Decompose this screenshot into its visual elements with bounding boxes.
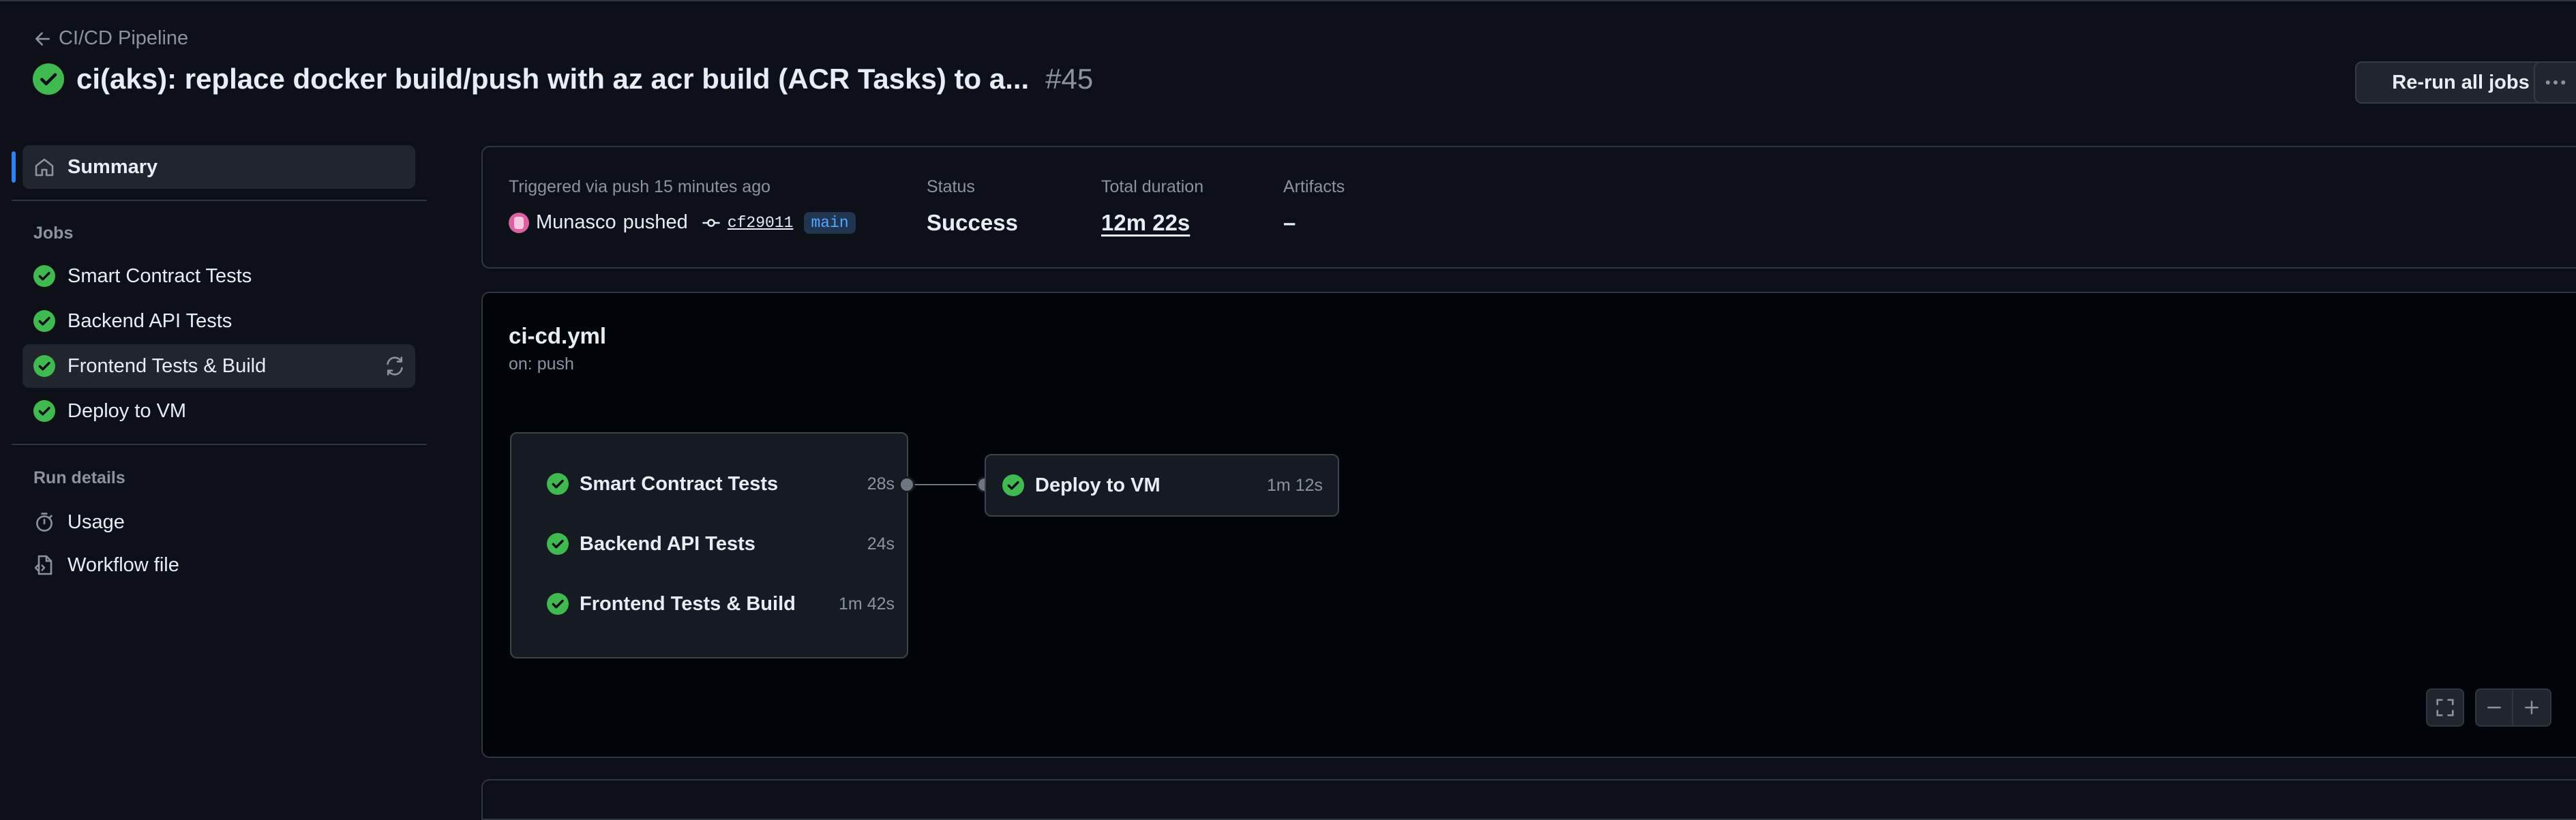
sidebar-item-label: Summary [68,155,158,178]
sidebar-job-label: Backend API Tests [68,309,233,332]
sync-icon[interactable] [384,355,406,377]
graph-job-label: Smart Contract Tests [580,472,779,495]
sidebar-job-deploy-to-vm[interactable]: Deploy to VM [23,389,415,433]
sidebar-item-label: Usage [68,511,125,533]
job-dependency-connector [910,484,985,485]
success-check-icon [33,63,64,95]
sidebar-item-workflow-file[interactable]: Workflow file [23,543,415,587]
next-section-card [481,779,2576,820]
dash-icon [2487,706,2501,709]
artifacts-value: – [1283,210,1296,235]
fullscreen-button[interactable] [2426,688,2464,727]
success-check-icon [547,533,569,555]
job-group-box: Smart Contract Tests 28s Backend API Tes… [510,432,908,658]
file-code-icon [34,555,53,575]
trigger-action: pushed [623,211,688,233]
graph-job-row: Deploy to VM 1m 12s [1002,470,1323,500]
artifacts-label: Artifacts [1283,177,1345,196]
trigger-label: Triggered via push 15 minutes ago [509,177,771,196]
duration-label: Total duration [1101,177,1204,196]
commit-sha-link[interactable]: cf29011 [728,214,794,232]
success-check-icon [33,310,55,332]
graph-job-backend-api-tests[interactable]: Backend API Tests 24s [547,529,895,559]
sidebar-job-label: Smart Contract Tests [68,264,252,287]
arrow-left-icon [35,31,50,46]
sidebar-item-label: Workflow file [68,553,179,576]
run-title-row: ci(aks): replace docker build/push with … [33,63,1093,95]
graph-job-deploy-to-vm[interactable]: Deploy to VM 1m 12s [985,454,1339,517]
plus-icon [2525,701,2538,714]
graph-job-label: Deploy to VM [1035,474,1160,496]
graph-job-duration: 28s [867,474,895,493]
graph-job-smart-contract-tests[interactable]: Smart Contract Tests 28s [547,469,895,499]
graph-job-duration: 24s [867,534,895,553]
graph-job-label: Backend API Tests [580,532,755,555]
top-border [0,0,2576,1]
success-check-icon [33,355,55,377]
more-options-button[interactable] [2534,61,2576,104]
status-label: Status [927,177,975,196]
workflow-file-name: ci-cd.yml [509,323,607,348]
actor-name[interactable]: Munasco [536,211,616,234]
avatar[interactable] [509,212,529,233]
sidebar-job-label: Deploy to VM [68,399,187,422]
connector-dot [899,476,915,493]
run-details-heading: Run details [33,468,125,487]
sidebar-divider [12,444,427,445]
graph-job-label: Frontend Tests & Build [580,592,796,615]
success-check-icon [547,473,569,495]
zoom-out-button[interactable] [2475,688,2513,727]
git-commit-icon [702,218,720,227]
graph-job-duration: 1m 42s [839,594,895,613]
back-link[interactable]: CI/CD Pipeline [33,27,188,50]
success-check-icon [547,593,569,615]
success-check-icon [33,265,55,287]
page-title: ci(aks): replace docker build/push with … [76,63,1030,95]
sidebar-job-smart-contract-tests[interactable]: Smart Contract Tests [23,254,415,298]
sidebar-item-usage[interactable]: Usage [23,500,415,544]
sidebar-active-indicator [12,151,16,183]
success-check-icon [1002,474,1024,496]
graph-job-frontend-tests-build[interactable]: Frontend Tests & Build 1m 42s [547,589,895,619]
duration-value[interactable]: 12m 22s [1101,210,1190,236]
back-link-label: CI/CD Pipeline [59,27,189,49]
run-summary-card: Triggered via push 15 minutes ago Munasc… [481,146,2576,269]
workflow-trigger: on: push [509,354,574,374]
trigger-details: Munasco pushed cf29011 main [509,211,856,234]
stopwatch-icon [36,513,53,532]
jobs-heading: Jobs [33,224,74,243]
success-check-icon [33,400,55,422]
kebab-horizontal-icon [2545,80,2566,85]
sidebar-job-frontend-tests-build[interactable]: Frontend Tests & Build [23,344,415,388]
sidebar-job-backend-api-tests[interactable]: Backend API Tests [23,299,415,343]
home-icon [35,158,54,177]
sidebar-job-label: Frontend Tests & Build [68,354,267,377]
sidebar-divider [12,200,427,201]
sidebar-item-summary[interactable]: Summary [23,145,415,189]
branch-badge[interactable]: main [804,211,856,234]
graph-job-duration: 1m 12s [1267,475,1323,495]
run-number: #45 [1045,63,1094,95]
status-value: Success [927,210,1018,235]
zoom-in-button[interactable] [2512,688,2551,727]
screen-full-icon [2436,699,2454,716]
workflow-graph-card: ci-cd.yml on: push Smart Contract Tests … [481,292,2576,758]
